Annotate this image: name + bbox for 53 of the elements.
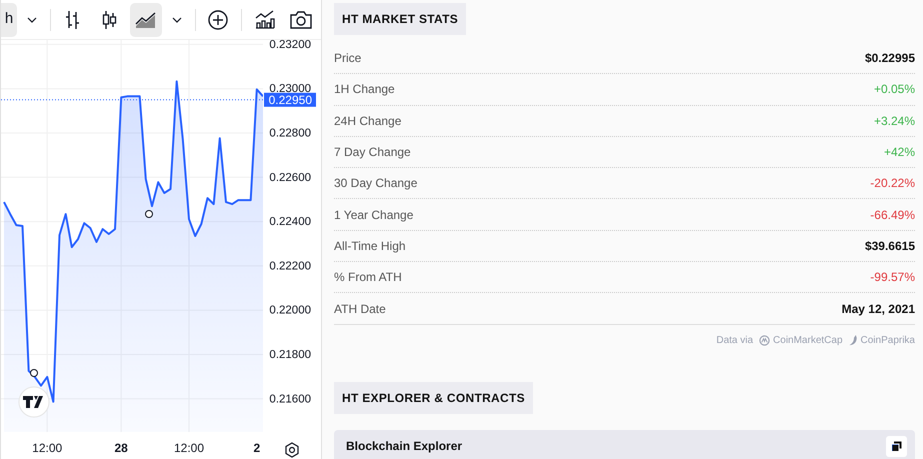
chart-type-button[interactable]: [130, 2, 162, 36]
axis-label: 12:00: [174, 441, 204, 455]
event-marker[interactable]: [30, 369, 38, 377]
axis-label: 0.22600: [269, 172, 311, 184]
axis-label: 0.23200: [269, 40, 311, 51]
axis-label: 0.22000: [269, 304, 311, 317]
settings-icon[interactable]: [285, 442, 299, 458]
stat-value: +3.24%: [874, 112, 915, 130]
coin-icon: [759, 334, 770, 346]
axis-label: 0.22800: [269, 128, 311, 140]
stat-value: $0.22995: [864, 50, 915, 68]
data-source-label: Data via: [716, 334, 754, 348]
axis-label: 12:00: [32, 441, 62, 455]
axis-label: 0.21600: [269, 393, 311, 406]
section-heading: HT EXPLORER & CONTRACTS: [334, 382, 533, 414]
logo-icon: [18, 386, 50, 418]
stat-value: -99.57%: [870, 269, 915, 286]
stat-label: 30 Day Change: [334, 175, 418, 192]
chart-bars-icon: [253, 8, 278, 32]
stat-label: 24H Change: [334, 112, 402, 130]
ref-line-label: 0.22950: [268, 92, 312, 107]
explorer-row[interactable]: Blockchain Explorer: [334, 430, 915, 459]
plus-circle-icon: [207, 8, 230, 30]
axis-label: 0.22200: [269, 260, 311, 272]
section-heading: HT MARKET STATS: [334, 3, 466, 35]
pepper-icon: [848, 334, 858, 346]
stat-label: All-Time High: [334, 238, 406, 255]
price-label: 0.22950: [264, 92, 316, 107]
event-marker[interactable]: [145, 210, 153, 218]
stat-value: -20.22%: [870, 175, 915, 192]
axis-label: 0.22400: [269, 216, 311, 228]
stat-value: $39.6615: [864, 238, 915, 255]
stat-label: 7 Day Change: [334, 144, 411, 162]
stat-value: May 12, 2021: [842, 300, 915, 318]
caret-icon: [27, 16, 37, 22]
stat-label: 1H Change: [334, 81, 395, 98]
stat-label: % From ATH: [334, 269, 402, 286]
axis-label: 0.21800: [269, 348, 311, 361]
stat-value: +0.05%: [874, 81, 915, 98]
stat-label: Price: [334, 50, 362, 68]
axis-label: 0.23000: [269, 83, 311, 96]
stat-value: +42%: [884, 144, 915, 162]
copy-button[interactable]: [886, 436, 907, 457]
copy-icon: [891, 440, 902, 452]
caret-icon: [172, 16, 182, 22]
interval-button[interactable]: h: [1, 2, 17, 36]
stat-label: 1 Year Change: [334, 206, 414, 224]
axis-label: 2: [254, 441, 260, 455]
stat-label: ATH Date: [334, 300, 386, 318]
camera-icon: [289, 8, 314, 30]
axis-label: 28: [114, 441, 128, 455]
stat-value: -66.49%: [870, 206, 915, 224]
explorer-label: Blockchain Explorer: [346, 438, 462, 456]
